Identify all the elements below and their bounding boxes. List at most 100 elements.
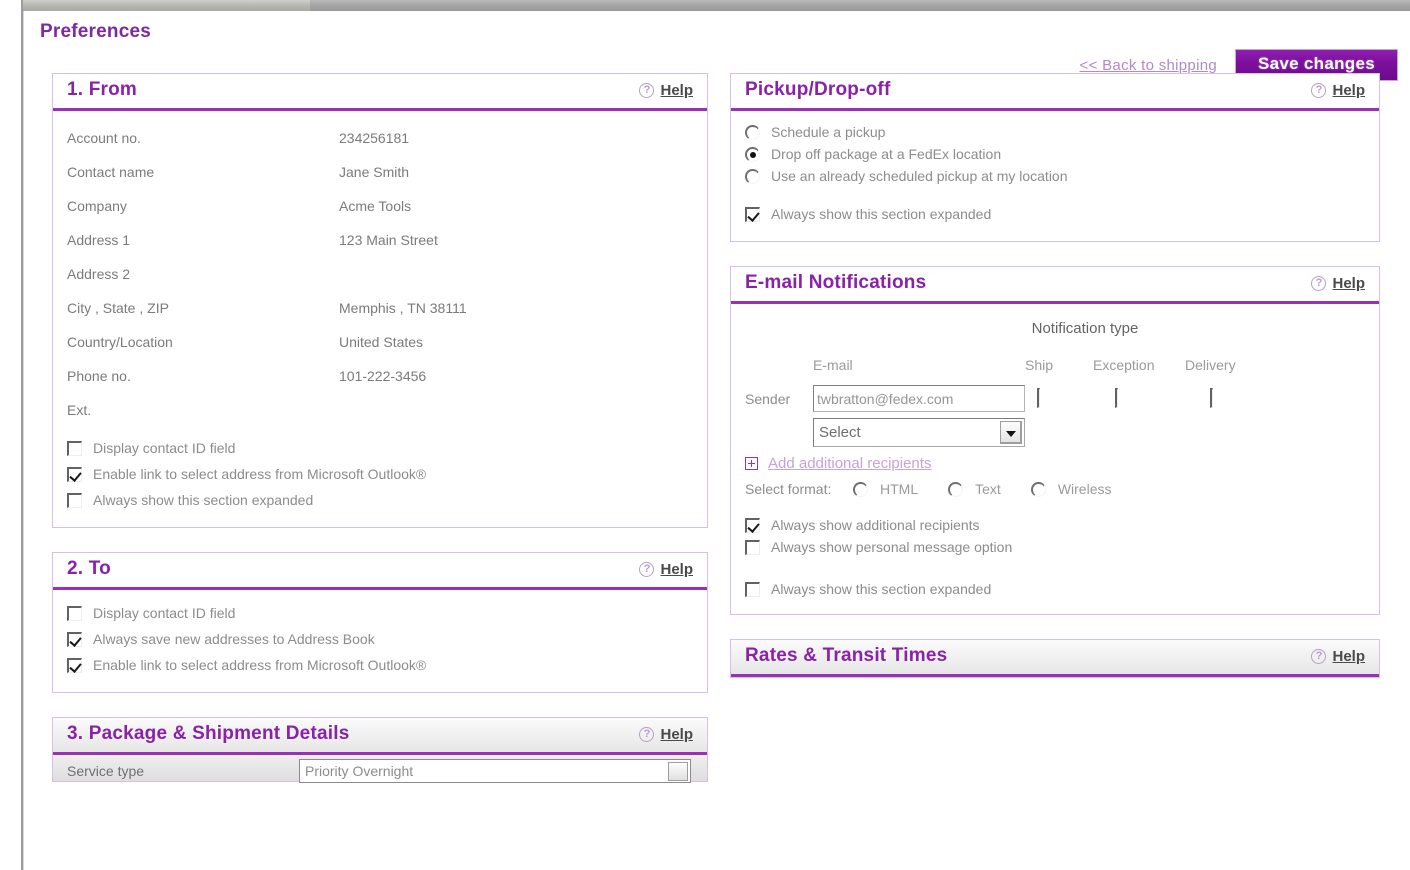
column-header-email: E-mail: [813, 357, 853, 373]
panel-package-header: 3. Package & Shipment Details ? Help: [53, 718, 707, 755]
checkbox-label: Always show this section expanded: [93, 492, 314, 508]
panel-pickup-dropoff: Pickup/Drop-off ? Help Schedule a pickup…: [730, 73, 1380, 242]
panel-pickup-body: Schedule a pickup Drop off package at a …: [731, 111, 1379, 241]
checkbox-pickup-always-expanded[interactable]: Always show this section expanded: [745, 201, 1365, 227]
checkbox-icon[interactable]: [67, 631, 82, 647]
help-link-rates[interactable]: ? Help: [1311, 648, 1365, 665]
checkbox-icon[interactable]: [1037, 387, 1040, 408]
checkbox-icon[interactable]: [67, 440, 82, 456]
checkbox-icon[interactable]: [1115, 387, 1118, 408]
chevron-down-icon[interactable]: [1000, 421, 1022, 444]
checkbox-icon[interactable]: [67, 657, 82, 673]
field-value: United States: [339, 334, 424, 350]
panel-email-body: Notification type E-mail Ship Exception …: [731, 304, 1379, 614]
service-type-value: Priority Overnight: [305, 763, 414, 779]
panel-package-title: 3. Package & Shipment Details: [67, 723, 350, 744]
radio-icon[interactable]: [745, 168, 760, 184]
radio-schedule-a-pickup[interactable]: Schedule a pickup: [745, 121, 1365, 143]
panel-to-body: Display contact ID field Always save new…: [53, 590, 707, 692]
question-circle-icon: ?: [1311, 648, 1327, 664]
checkbox-label: Always show additional recipients: [771, 517, 980, 533]
checkbox-to-enable-outlook-link[interactable]: Enable link to select address from Micro…: [67, 652, 693, 678]
panel-to-header: 2. To ? Help: [53, 553, 707, 590]
column-header-ship: Ship: [1025, 357, 1054, 373]
field-row-ext: Ext.: [67, 393, 693, 427]
checkbox-email-always-expanded[interactable]: Always show this section expanded: [745, 578, 1365, 600]
checkbox-label: Display contact ID field: [93, 440, 236, 456]
sender-row: Sender: [745, 377, 1365, 412]
radio-label: Drop off package at a FedEx location: [771, 146, 1002, 162]
column-header-exception: Exception: [1093, 357, 1155, 373]
field-label: City , State , ZIP: [67, 300, 169, 316]
checkbox-to-display-contact-id[interactable]: Display contact ID field: [67, 600, 693, 626]
field-row-contact-name: Contact name Jane Smith: [67, 155, 693, 189]
field-value: 234256181: [339, 130, 410, 146]
sender-email-input[interactable]: [813, 385, 1025, 412]
checkbox-icon[interactable]: [67, 466, 82, 482]
panel-to-title: 2. To: [67, 558, 111, 579]
checkbox-sender-ship[interactable]: [1025, 387, 1093, 408]
panel-email-title: E-mail Notifications: [745, 272, 927, 293]
question-circle-icon: ?: [1311, 275, 1327, 291]
radio-icon[interactable]: [1030, 481, 1046, 497]
checkbox-icon[interactable]: [1210, 387, 1213, 408]
radio-icon[interactable]: [745, 146, 760, 162]
radio-icon[interactable]: [853, 481, 868, 497]
checkbox-icon[interactable]: [67, 492, 82, 508]
back-to-shipping-link[interactable]: << Back to shipping: [1080, 57, 1217, 74]
plus-box-icon[interactable]: [745, 457, 758, 470]
chevron-down-icon[interactable]: [668, 762, 688, 781]
checkbox-icon[interactable]: [745, 581, 760, 597]
radio-label: Wireless: [1057, 481, 1112, 497]
radio-icon[interactable]: [745, 124, 760, 140]
help-link-to[interactable]: ? Help: [639, 561, 693, 578]
checkbox-sender-exception[interactable]: [1093, 387, 1185, 408]
field-row-country-location: Country/Location United States: [67, 325, 693, 359]
recipient-select-value: Select: [819, 424, 861, 441]
checkbox-always-show-personal-message[interactable]: Always show personal message option: [745, 536, 1365, 558]
checkbox-icon[interactable]: [745, 517, 760, 533]
preferences-page: Preferences << Back to shipping Save cha…: [24, 11, 1410, 870]
radio-format-text[interactable]: Text: [948, 480, 1001, 498]
help-link-pickup[interactable]: ? Help: [1311, 82, 1365, 99]
help-label: Help: [660, 81, 693, 99]
help-link-from[interactable]: ? Help: [639, 82, 693, 99]
checkbox-sender-delivery[interactable]: [1185, 387, 1265, 408]
radio-use-scheduled-pickup[interactable]: Use an already scheduled pickup at my lo…: [745, 165, 1365, 187]
question-circle-icon: ?: [639, 82, 655, 98]
checkbox-to-always-save-addresses[interactable]: Always save new addresses to Address Boo…: [67, 626, 693, 652]
checkbox-from-always-expanded[interactable]: Always show this section expanded: [67, 487, 693, 513]
panel-rates-title: Rates & Transit Times: [745, 645, 948, 666]
field-label: Phone no.: [67, 368, 131, 384]
checkbox-icon[interactable]: [67, 605, 82, 621]
radio-drop-off-at-fedex[interactable]: Drop off package at a FedEx location: [745, 143, 1365, 165]
help-link-package[interactable]: ? Help: [639, 726, 693, 743]
help-link-email[interactable]: ? Help: [1311, 275, 1365, 292]
checkbox-from-enable-outlook-link[interactable]: Enable link to select address from Micro…: [67, 461, 693, 487]
sender-label: Sender: [745, 390, 791, 407]
field-label: Address 1: [67, 232, 131, 248]
help-label: Help: [1332, 647, 1365, 665]
panel-from-body: Account no. 234256181 Contact name Jane …: [53, 111, 707, 527]
checkbox-label: Always show this section expanded: [771, 581, 992, 597]
page-title: Preferences: [40, 21, 151, 42]
checkbox-icon[interactable]: [745, 539, 760, 555]
radio-format-wireless[interactable]: Wireless: [1030, 480, 1112, 498]
field-label: Company: [67, 198, 127, 214]
question-circle-icon: ?: [1311, 82, 1327, 98]
field-value: 123 Main Street: [339, 232, 438, 248]
checkbox-icon[interactable]: [745, 206, 760, 222]
field-label: Contact name: [67, 164, 155, 180]
add-additional-recipients-link[interactable]: Add additional recipients: [745, 447, 1365, 476]
checkbox-from-display-contact-id[interactable]: Display contact ID field: [67, 435, 693, 461]
checkbox-always-show-additional-recipients[interactable]: Always show additional recipients: [745, 514, 1365, 536]
radio-label: HTML: [880, 481, 919, 497]
radio-format-html[interactable]: HTML: [853, 480, 918, 498]
radio-label: Use an already scheduled pickup at my lo…: [771, 168, 1068, 184]
field-value: Memphis , TN 38111: [339, 300, 467, 316]
add-additional-recipients-label: Add additional recipients: [768, 455, 932, 472]
radio-icon[interactable]: [948, 481, 964, 497]
field-row-address-2: Address 2: [67, 257, 693, 291]
recipient-select[interactable]: Select: [813, 418, 1025, 447]
service-type-select[interactable]: Priority Overnight: [299, 759, 691, 783]
